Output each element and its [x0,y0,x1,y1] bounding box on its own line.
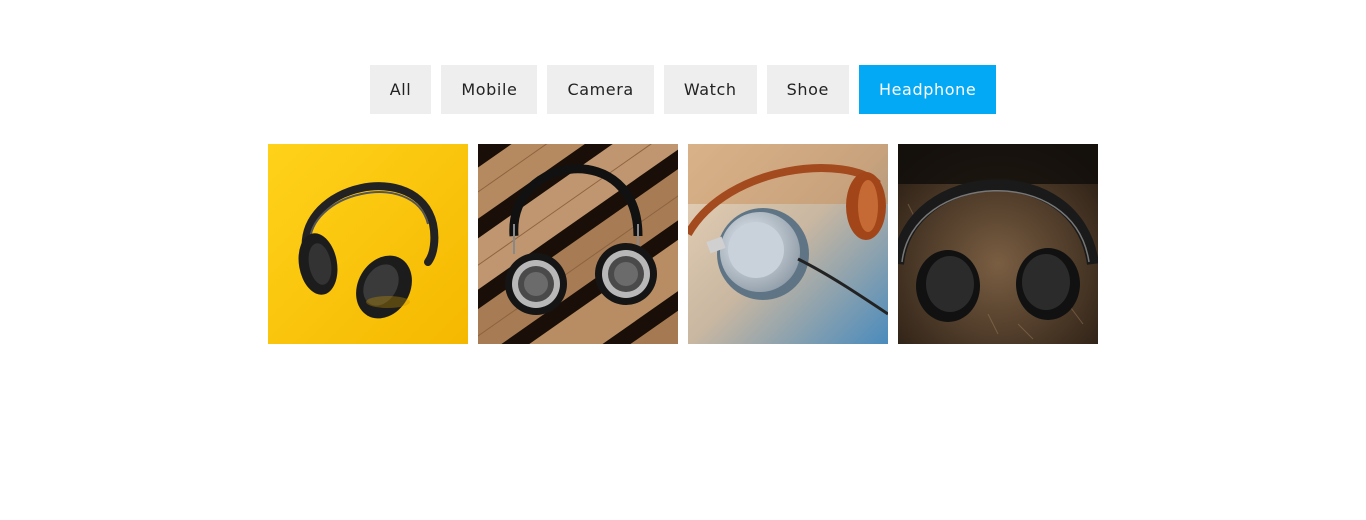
page: All Mobile Camera Watch Shoe Headphone [0,0,1366,520]
gallery-item[interactable] [688,144,888,344]
filter-headphone-button[interactable]: Headphone [858,65,997,114]
filter-watch-button[interactable]: Watch [663,65,757,114]
filter-camera-button[interactable]: Camera [547,65,654,114]
filter-mobile-button[interactable]: Mobile [441,65,538,114]
gallery-grid [268,144,1098,344]
filter-all-button[interactable]: All [369,65,432,114]
gallery-item[interactable] [898,144,1098,344]
gallery-item[interactable] [478,144,678,344]
headphone-on-yellow-image [268,144,468,344]
headphone-on-fur-image [898,144,1098,344]
headphone-silver-cup-image [688,144,888,344]
filter-bar: All Mobile Camera Watch Shoe Headphone [0,65,1366,114]
filter-shoe-button[interactable]: Shoe [766,65,849,114]
headphone-on-wood-image [478,144,678,344]
gallery-item[interactable] [268,144,468,344]
